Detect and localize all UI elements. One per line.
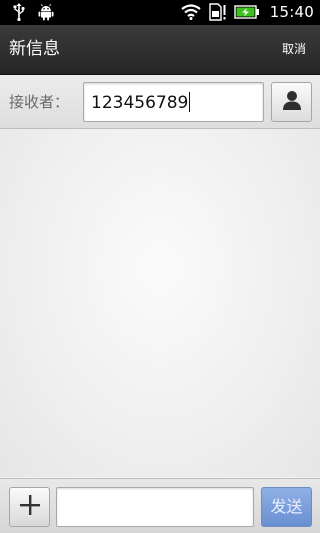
compose-bar: 发送 [0,478,320,533]
sim-alert-icon [208,2,228,22]
contact-picker-button[interactable] [271,82,312,122]
page-title: 新信息 [9,39,60,59]
screen: 15:40 新信息 取消 接收者： 123456789 发送 [0,0,320,533]
battery-charging-icon [234,2,260,22]
attach-button[interactable] [9,487,50,527]
plus-icon [18,493,42,521]
app-header: 新信息 取消 [0,25,320,75]
status-left [10,2,55,22]
status-right: 15:40 [180,2,314,22]
recipient-row: 接收者： 123456789 [0,75,320,129]
recipient-label: 接收者： [9,93,70,111]
text-caret [189,92,191,112]
contact-person-icon [281,89,303,115]
status-bar: 15:40 [0,0,320,25]
usb-icon [10,2,28,22]
wifi-icon [180,2,202,22]
recipient-value-text: 123456789 [91,93,189,113]
recipient-input[interactable]: 123456789 [83,82,264,122]
status-time: 15:40 [269,3,314,21]
cancel-button[interactable]: 取消 [278,40,310,58]
send-button[interactable]: 发送 [261,487,312,527]
message-area [0,129,320,477]
recipient-value: 123456789 [91,92,191,114]
android-debug-icon [37,2,55,22]
message-input[interactable] [56,487,254,527]
